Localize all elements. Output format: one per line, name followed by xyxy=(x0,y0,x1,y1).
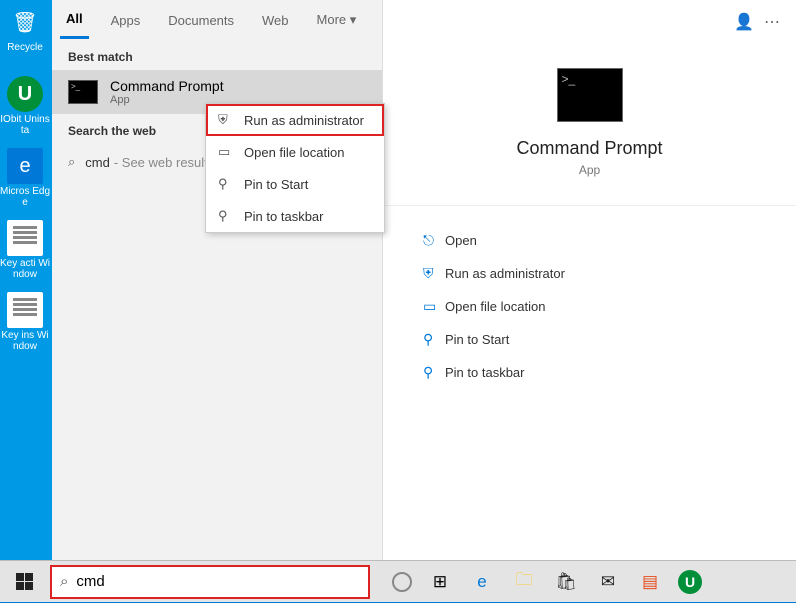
folder-icon: ▭ xyxy=(218,144,236,160)
best-match-title: Command Prompt xyxy=(110,78,224,94)
cortana-icon[interactable] xyxy=(392,572,412,592)
ctx-label: Run as administrator xyxy=(244,113,364,128)
app-subtitle: App xyxy=(383,163,796,177)
ctx-run-as-admin[interactable]: ⛨ Run as administrator xyxy=(206,104,384,136)
desktop-label: Key ins Window xyxy=(0,330,50,352)
chevron-down-icon: ▾ xyxy=(350,12,357,27)
tab-all[interactable]: All xyxy=(60,1,89,39)
action-pin-to-taskbar[interactable]: ⚲ Pin to taskbar xyxy=(423,356,776,389)
recycle-bin-icon: 🗑 xyxy=(7,4,43,40)
mail-icon[interactable]: ✉ xyxy=(594,568,622,596)
desktop-label: Recycle xyxy=(0,42,50,53)
office-icon[interactable]: ▤ xyxy=(636,568,664,596)
details-header: 👤 ⋯ xyxy=(383,0,796,40)
search-results-panel: All Apps Documents Web More ▾ Best match… xyxy=(52,0,383,560)
text-file-icon xyxy=(7,292,43,328)
windows-logo-icon xyxy=(16,573,33,590)
search-input-value: cmd xyxy=(76,573,104,590)
pin-icon: ⚲ xyxy=(423,331,445,348)
shield-icon: ⛨ xyxy=(423,265,445,282)
tab-more[interactable]: More ▾ xyxy=(311,2,363,38)
taskbar: ⌕ cmd ⊞ e 🗀 🛍 ✉ ▤ U xyxy=(0,560,796,602)
context-menu: ⛨ Run as administrator ▭ Open file locat… xyxy=(205,103,385,233)
desktop-label: IObit Uninsta xyxy=(0,114,50,136)
tab-more-label: More xyxy=(317,12,347,27)
iobit-icon[interactable]: U xyxy=(678,570,702,594)
action-label: Open xyxy=(445,233,477,248)
user-icon[interactable]: 👤 xyxy=(734,12,754,32)
ctx-pin-to-taskbar[interactable]: ⚲ Pin to taskbar xyxy=(206,200,384,232)
text-file-icon xyxy=(7,220,43,256)
search-icon: ⌕ xyxy=(60,573,68,590)
desktop-icon-text-2[interactable]: Key ins Window xyxy=(0,288,50,360)
edge-icon: e xyxy=(7,148,43,184)
action-label: Pin to Start xyxy=(445,332,509,347)
action-open[interactable]: ⎋ Open xyxy=(423,224,776,257)
desktop-label: Key acti Window xyxy=(0,258,50,280)
details-actions: ⎋ Open ⛨ Run as administrator ▭ Open fil… xyxy=(383,205,796,389)
best-match-text: Command Prompt App xyxy=(110,78,224,106)
action-open-file-location[interactable]: ▭ Open file location xyxy=(423,290,776,323)
pin-icon: ⚲ xyxy=(423,364,445,381)
tab-documents[interactable]: Documents xyxy=(162,3,240,38)
search-icon: ⌕ xyxy=(68,154,75,170)
iobit-icon: U xyxy=(7,76,43,112)
action-label: Open file location xyxy=(445,299,545,314)
ctx-label: Pin to taskbar xyxy=(244,209,324,224)
edge-icon[interactable]: e xyxy=(468,568,496,596)
web-result-query: cmd xyxy=(85,155,110,170)
shield-icon: ⛨ xyxy=(218,112,236,128)
desktop-icon-edge[interactable]: e Micros Edge xyxy=(0,144,50,216)
taskbar-icons: ⊞ e 🗀 🛍 ✉ ▤ U xyxy=(392,568,702,596)
action-pin-to-start[interactable]: ⚲ Pin to Start xyxy=(423,323,776,356)
web-result-hint: - See web result xyxy=(114,155,208,170)
store-icon[interactable]: 🛍 xyxy=(552,568,580,596)
desktop-icon-iobit[interactable]: U IObit Uninsta xyxy=(0,72,50,144)
action-label: Run as administrator xyxy=(445,266,565,281)
ctx-pin-to-start[interactable]: ⚲ Pin to Start xyxy=(206,168,384,200)
task-view-icon[interactable]: ⊞ xyxy=(426,568,454,596)
details-pane: 👤 ⋯ Command Prompt App ⎋ Open ⛨ Run as a… xyxy=(383,0,796,560)
ctx-label: Pin to Start xyxy=(244,177,308,192)
pin-icon: ⚲ xyxy=(218,208,236,224)
file-explorer-icon[interactable]: 🗀 xyxy=(510,568,538,596)
ctx-open-file-location[interactable]: ▭ Open file location xyxy=(206,136,384,168)
folder-icon: ▭ xyxy=(423,298,445,315)
best-match-header: Best match xyxy=(52,40,382,70)
action-run-as-admin[interactable]: ⛨ Run as administrator xyxy=(423,257,776,290)
search-tabs: All Apps Documents Web More ▾ xyxy=(52,0,382,40)
tab-apps[interactable]: Apps xyxy=(105,3,147,38)
desktop-icon-recycle-bin[interactable]: 🗑 Recycle xyxy=(0,0,50,72)
action-label: Pin to taskbar xyxy=(445,365,525,380)
command-prompt-icon xyxy=(68,80,98,104)
more-options-icon[interactable]: ⋯ xyxy=(764,12,780,32)
app-title: Command Prompt xyxy=(383,138,796,159)
desktop-label: Micros Edge xyxy=(0,186,50,208)
pin-icon: ⚲ xyxy=(218,176,236,192)
open-icon: ⎋ xyxy=(423,232,445,249)
tab-web[interactable]: Web xyxy=(256,3,295,38)
command-prompt-icon xyxy=(557,68,623,122)
app-preview: Command Prompt App xyxy=(383,40,796,187)
desktop: 🗑 Recycle U IObit Uninsta e Micros Edge … xyxy=(0,0,52,560)
taskbar-search-box[interactable]: ⌕ cmd xyxy=(50,565,370,599)
ctx-label: Open file location xyxy=(244,145,344,160)
start-button[interactable] xyxy=(0,561,48,603)
desktop-icon-text-1[interactable]: Key acti Window xyxy=(0,216,50,288)
